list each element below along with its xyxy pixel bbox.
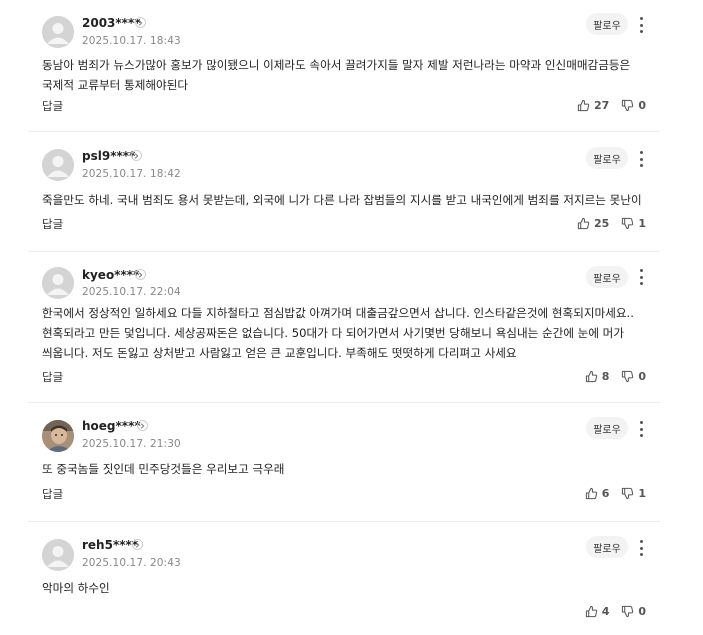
- comment-item: hoeg**** 2025.10.17. 21:30 팔로우 또 중국놈들 짓인…: [28, 403, 660, 522]
- dislike-count: 0: [638, 99, 646, 112]
- reaction-bar: 25 1: [577, 217, 646, 230]
- like-button[interactable]: 27: [577, 99, 609, 112]
- thumbs-up-icon: [577, 217, 590, 230]
- avatar[interactable]: [42, 420, 74, 452]
- timestamp: 2025.10.17. 18:43: [82, 35, 181, 47]
- follow-button[interactable]: 팔로우: [586, 417, 628, 439]
- like-button[interactable]: 8: [585, 370, 610, 383]
- follow-button[interactable]: 팔로우: [586, 536, 628, 558]
- more-options-icon[interactable]: [636, 151, 646, 167]
- follow-button[interactable]: 팔로우: [586, 13, 628, 35]
- comment-item: kyeo**** 2025.10.17. 22:04 팔로우 한국에서 정상적인…: [28, 252, 660, 403]
- dislike-count: 1: [638, 217, 646, 230]
- thumbs-up-icon: [585, 487, 597, 500]
- timestamp: 2025.10.17. 18:42: [82, 168, 181, 180]
- thumbs-down-icon: [622, 487, 634, 500]
- reaction-bar: 6 1: [585, 487, 646, 500]
- more-options-icon[interactable]: [636, 421, 646, 437]
- reply-button[interactable]: 답글: [42, 99, 63, 113]
- like-count: 8: [601, 370, 610, 383]
- default-avatar-icon: [42, 149, 74, 181]
- default-avatar-icon: [42, 267, 74, 299]
- reply-button[interactable]: 답글: [42, 487, 63, 501]
- dislike-count: 1: [638, 487, 646, 500]
- follow-button[interactable]: 팔로우: [586, 147, 628, 169]
- dislike-count: 0: [638, 370, 646, 383]
- like-count: 6: [601, 487, 610, 500]
- timestamp: 2025.10.17. 22:04: [82, 286, 181, 298]
- like-count: 25: [594, 217, 610, 230]
- thumbs-up-icon: [585, 370, 597, 383]
- username[interactable]: 2003****: [82, 16, 141, 30]
- dislike-button[interactable]: 1: [621, 217, 646, 230]
- thumbs-up-icon: [577, 99, 590, 112]
- dislike-button[interactable]: 0: [621, 99, 646, 112]
- comment-item: 2003**** 2025.10.17. 18:43 팔로우 동남아 범죄가 뉴…: [28, 0, 660, 132]
- chevron-right-icon[interactable]: [135, 269, 146, 280]
- comment-list: 2003**** 2025.10.17. 18:43 팔로우 동남아 범죄가 뉴…: [28, 0, 660, 635]
- reply-button[interactable]: 답글: [42, 370, 63, 384]
- reaction-bar: 27 0: [577, 99, 646, 112]
- comment-text: 동남아 범죄가 뉴스가많아 홍보가 많이됐으니 이제라도 속아서 끌려가지들 말…: [42, 58, 631, 92]
- thumbs-down-icon: [622, 217, 634, 230]
- chevron-right-icon[interactable]: [135, 17, 146, 28]
- chevron-right-icon[interactable]: [131, 150, 142, 161]
- avatar[interactable]: [42, 16, 74, 48]
- comment-item: reh5**** 2025.10.17. 20:43 팔로우 악마의 하수인 4…: [28, 522, 660, 635]
- username[interactable]: reh5****: [82, 538, 138, 552]
- username[interactable]: kyeo****: [82, 268, 139, 282]
- follow-button[interactable]: 팔로우: [586, 266, 628, 288]
- like-count: 27: [594, 99, 610, 112]
- more-options-icon[interactable]: [636, 540, 646, 556]
- thumbs-down-icon: [622, 99, 634, 112]
- like-button[interactable]: 25: [577, 217, 609, 230]
- dislike-button[interactable]: 0: [621, 370, 646, 383]
- more-options-icon[interactable]: [636, 17, 646, 33]
- username[interactable]: hoeg****: [82, 419, 141, 433]
- dislike-button[interactable]: 1: [621, 487, 646, 500]
- reaction-bar: 4 0: [585, 605, 646, 618]
- like-count: 4: [601, 605, 610, 618]
- thumbs-down-icon: [622, 605, 634, 618]
- avatar[interactable]: [42, 539, 74, 571]
- comment-text: 한국에서 정상적인 일하세요 다들 지하철타고 점심밥값 아껴가며 대출금갚으면…: [42, 306, 634, 360]
- thumbs-up-icon: [585, 605, 597, 618]
- dislike-button[interactable]: 0: [621, 605, 646, 618]
- thumbs-down-icon: [622, 370, 634, 383]
- like-button[interactable]: 4: [585, 605, 610, 618]
- comment-item: psl9**** 2025.10.17. 18:42 팔로우 죽을만도 하네. …: [28, 132, 660, 252]
- more-options-icon[interactable]: [636, 269, 646, 285]
- like-button[interactable]: 6: [585, 487, 610, 500]
- comment-text: 악마의 하수인: [42, 581, 110, 595]
- dislike-count: 0: [638, 605, 646, 618]
- comment-text: 죽을만도 하네. 국내 범죄도 용서 못받는데, 외국에 니가 다른 나라 잡범…: [42, 193, 642, 227]
- default-avatar-icon: [42, 539, 74, 571]
- reply-button[interactable]: 답글: [42, 217, 63, 231]
- avatar[interactable]: [42, 149, 74, 181]
- chevron-right-icon[interactable]: [137, 420, 148, 431]
- chevron-right-icon[interactable]: [132, 539, 143, 550]
- user-photo-avatar: [42, 420, 74, 452]
- timestamp: 2025.10.17. 20:43: [82, 557, 181, 569]
- timestamp: 2025.10.17. 21:30: [82, 438, 181, 450]
- avatar[interactable]: [42, 267, 74, 299]
- reaction-bar: 8 0: [585, 370, 646, 383]
- comment-text: 또 중국놈들 짓인데 민주당것들은 우리보고 극우래: [42, 462, 285, 476]
- default-avatar-icon: [42, 16, 74, 48]
- username[interactable]: psl9****: [82, 149, 135, 163]
